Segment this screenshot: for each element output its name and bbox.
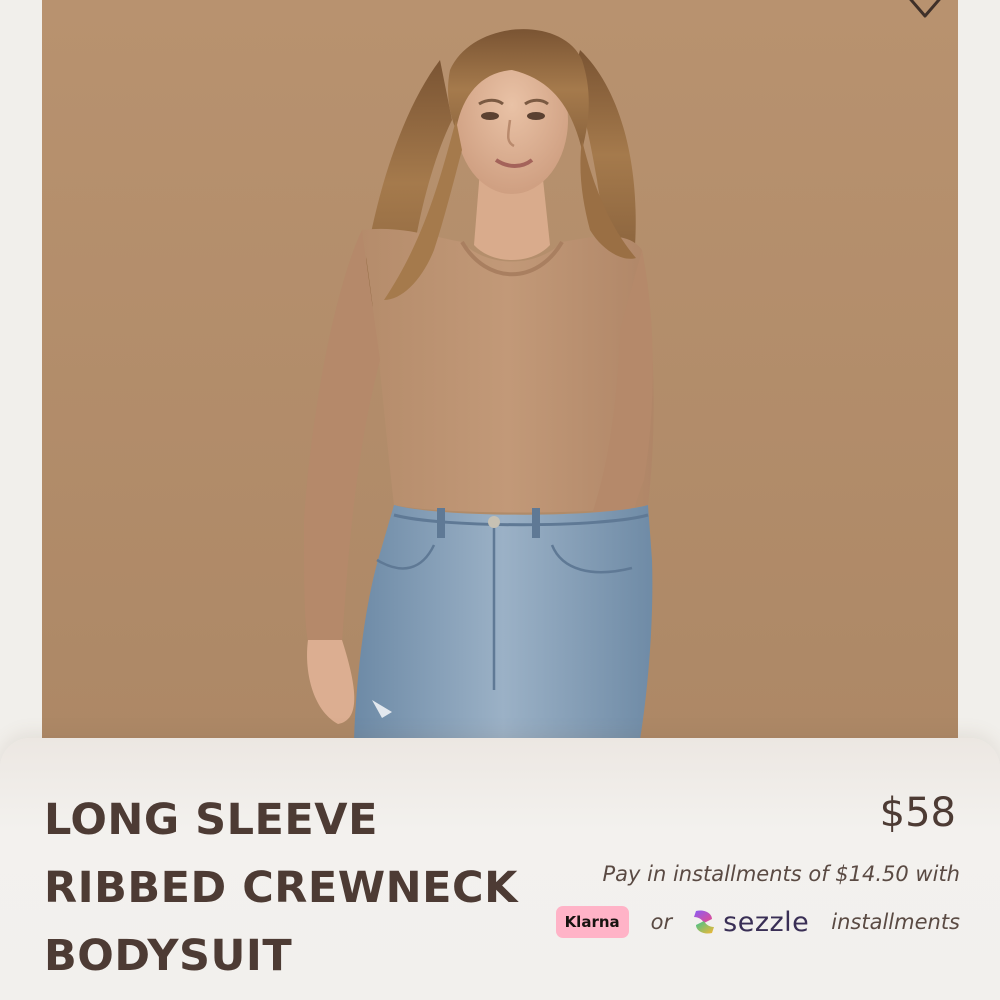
sezzle-label: sezzle: [723, 906, 810, 938]
product-title: LONG SLEEVE RIBBED CREWNECK BODYSUIT: [44, 786, 604, 990]
product-price: $58: [879, 790, 956, 836]
product-title-line-1: LONG SLEEVE: [44, 795, 378, 845]
product-title-line-3: BODYSUIT: [44, 931, 293, 981]
installments-text: Pay in installments of $14.50 with: [602, 862, 960, 886]
sezzle-logo-icon: [694, 910, 715, 934]
installments-suffix: installments: [831, 910, 960, 934]
product-photo-illustration: [42, 0, 958, 740]
payment-options-row: Klarna or sezzle installments: [555, 904, 960, 940]
product-page: LONG SLEEVE RIBBED CREWNECK BODYSUIT $58…: [0, 0, 1000, 1000]
product-image[interactable]: [42, 0, 958, 740]
or-label: or: [650, 910, 673, 934]
heart-icon[interactable]: [900, 0, 950, 20]
klarna-button[interactable]: Klarna: [555, 906, 629, 938]
product-title-line-2: RIBBED CREWNECK: [44, 863, 518, 913]
sezzle-button[interactable]: sezzle: [690, 907, 809, 938]
product-info-panel: LONG SLEEVE RIBBED CREWNECK BODYSUIT $58…: [0, 738, 1000, 1000]
